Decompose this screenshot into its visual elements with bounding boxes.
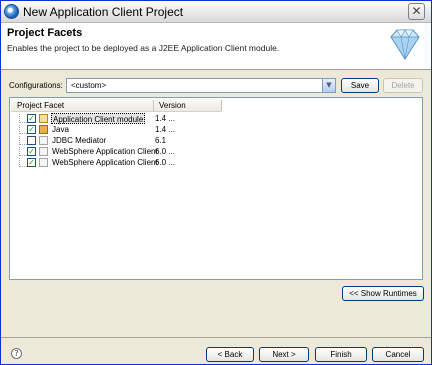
facet-checkbox[interactable]	[27, 136, 36, 145]
facet-checkbox[interactable]: ✓	[27, 147, 36, 156]
facet-version[interactable]: 6.1	[155, 135, 166, 146]
facet-gem-icon	[390, 29, 420, 60]
delete-button[interactable]: Delete	[383, 78, 423, 93]
configurations-label: Configurations:	[9, 81, 63, 90]
facet-icon	[39, 114, 48, 123]
page-description: Enables the project to be deployed as a …	[7, 43, 280, 53]
facet-checkbox[interactable]: ✓	[27, 158, 36, 167]
facet-icon	[39, 136, 48, 145]
facets-table: Project Facet Version ✓ Application Clie…	[9, 97, 423, 280]
facet-name: Java	[52, 125, 69, 134]
facet-row-application-client-module[interactable]: ✓ Application Client module 1.4 ...	[11, 113, 221, 124]
eclipse-app-icon	[4, 4, 19, 19]
facet-icon	[39, 158, 48, 167]
help-icon[interactable]: ?	[11, 348, 22, 359]
facet-version[interactable]: 6.0 ...	[155, 157, 175, 168]
page-title: Project Facets	[7, 27, 83, 39]
facet-version[interactable]: 6.0 ...	[155, 146, 175, 157]
save-button[interactable]: Save	[341, 78, 379, 93]
chevron-down-icon[interactable]: ▼	[322, 79, 335, 92]
column-header-project-facet[interactable]: Project Facet	[17, 100, 64, 111]
facet-name: JDBC Mediator	[52, 136, 107, 145]
facet-version[interactable]: 1.4 ...	[155, 113, 175, 124]
configurations-value: <custom>	[71, 81, 107, 90]
facet-name: WebSphere Application Client	[52, 158, 158, 167]
show-runtimes-button[interactable]: << Show Runtimes	[342, 286, 424, 301]
close-button[interactable]: ✕	[408, 3, 425, 20]
configurations-row: Configurations: <custom> ▼ Save Delete	[1, 75, 431, 95]
tree-connector	[19, 158, 27, 167]
configurations-dropdown[interactable]: <custom> ▼	[66, 78, 336, 93]
column-divider[interactable]	[153, 100, 154, 111]
facet-icon	[39, 147, 48, 156]
facet-version[interactable]: 1.4 ...	[155, 124, 175, 135]
java-icon	[39, 125, 48, 134]
next-button[interactable]: Next >	[259, 347, 309, 362]
column-header-version[interactable]: Version	[159, 100, 186, 111]
finish-button[interactable]: Finish	[315, 347, 367, 362]
facet-checkbox[interactable]: ✓	[27, 114, 36, 123]
dialog-window: New Application Client Project ✕ Project…	[0, 0, 432, 365]
facet-row-websphere-application-client[interactable]: ✓ WebSphere Application Client 6.0 ...	[11, 157, 221, 168]
facet-row-websphere-application-client[interactable]: ✓ WebSphere Application Client 6.0 ...	[11, 146, 221, 157]
facet-name: WebSphere Application Client	[52, 147, 158, 156]
tree-connector	[19, 125, 27, 134]
back-button[interactable]: < Back	[206, 347, 254, 362]
table-header: Project Facet Version	[11, 99, 222, 112]
wizard-banner: Project Facets Enables the project to be…	[1, 23, 431, 70]
facet-checkbox[interactable]: ✓	[27, 125, 36, 134]
facet-row-jdbc-mediator[interactable]: JDBC Mediator 6.1	[11, 135, 221, 146]
tree-connector	[19, 114, 27, 123]
footer-divider	[1, 337, 431, 338]
window-title: New Application Client Project	[23, 5, 184, 19]
tree-connector	[19, 147, 27, 156]
facet-name: Application Client module	[51, 113, 146, 124]
cancel-button[interactable]: Cancel	[372, 347, 424, 362]
title-bar[interactable]: New Application Client Project ✕	[1, 1, 431, 23]
column-divider[interactable]	[221, 100, 222, 111]
facet-row-java[interactable]: ✓ Java 1.4 ...	[11, 124, 221, 135]
tree-connector	[19, 136, 27, 145]
